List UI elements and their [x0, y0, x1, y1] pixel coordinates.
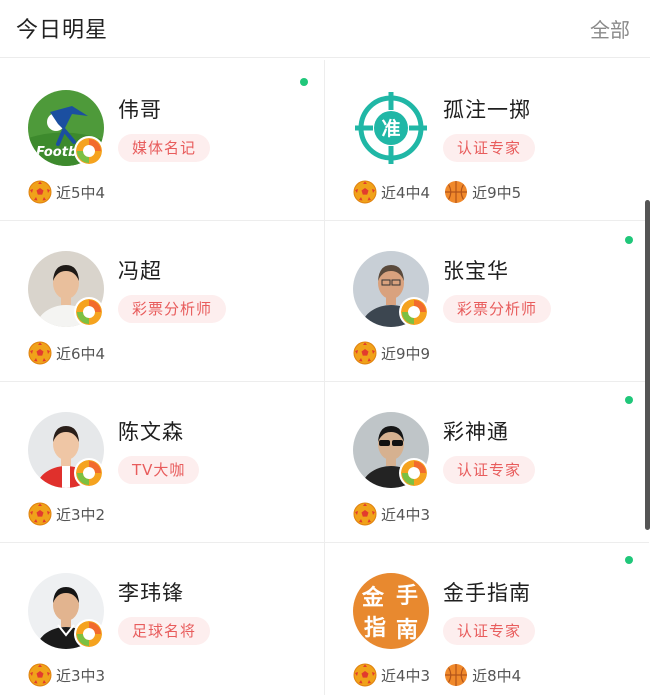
football-icon	[28, 180, 52, 204]
hit-rate-stats: 近6中4	[28, 340, 119, 366]
star-grid: Footb 伟哥 媒体名记 近5中4 准孤注一掷 认证专家 近4中4 近9中5 冯超 彩票分析师近…	[0, 60, 650, 695]
svg-text:金: 金	[361, 585, 385, 611]
star-name[interactable]: 金手指南	[443, 577, 531, 607]
hit-rate-football: 近5中4	[28, 180, 105, 204]
hit-rate-football: 近3中2	[28, 502, 105, 526]
view-all-link[interactable]: 全部	[590, 14, 630, 43]
football-icon	[353, 502, 377, 526]
page-title: 今日明星	[16, 18, 109, 43]
football-icon	[353, 180, 377, 204]
hit-rate-text: 近4中3	[381, 505, 431, 524]
hit-rate-football: 近9中9	[353, 341, 430, 365]
star-name[interactable]: 伟哥	[118, 94, 162, 124]
scrollbar[interactable]	[645, 200, 650, 530]
lottery-badge-icon	[399, 458, 429, 488]
hit-rate-football: 近4中4	[353, 180, 430, 204]
star-title-tag: 彩票分析师	[118, 295, 227, 323]
star-name[interactable]: 彩神通	[443, 416, 509, 446]
hit-rate-stats: 近9中9	[353, 340, 444, 366]
svg-text:手: 手	[396, 584, 418, 609]
star-card[interactable]: 准 孤注一掷认证专家近4中4 近9中5	[325, 60, 649, 221]
hit-rate-stats: 近3中2	[28, 501, 119, 527]
hit-rate-text: 近6中4	[56, 344, 106, 363]
star-title-tag: 认证专家	[443, 134, 536, 162]
star-title-tag: 媒体名记	[118, 134, 211, 162]
hit-rate-stats: 近4中3	[353, 501, 444, 527]
star-title-tag: 足球名将	[118, 617, 211, 645]
star-card[interactable]: 李玮锋足球名将近3中3	[0, 543, 324, 695]
basketball-icon	[444, 180, 468, 204]
star-card[interactable]: 金手指南金手指南 认证专家 近4中3 近8中4	[325, 543, 649, 695]
online-indicator	[625, 396, 633, 404]
hit-rate-text: 近5中4	[56, 183, 106, 202]
header: 今日明星 全部	[0, 0, 650, 58]
hit-rate-football: 近3中3	[28, 663, 105, 687]
hit-rate-text: 近4中4	[381, 183, 431, 202]
football-icon	[353, 341, 377, 365]
star-name[interactable]: 陈文森	[118, 416, 184, 446]
hit-rate-stats: 近4中4 近9中5	[353, 179, 535, 205]
hit-rate-basketball: 近9中5	[444, 180, 521, 204]
star-name[interactable]: 冯超	[118, 255, 162, 285]
online-indicator	[300, 78, 308, 86]
star-card[interactable]: 陈文森 TV大咖近3中2	[0, 382, 324, 543]
lottery-badge-icon	[74, 458, 104, 488]
football-icon	[28, 341, 52, 365]
star-name[interactable]: 张宝华	[443, 255, 509, 285]
star-name[interactable]: 李玮锋	[118, 577, 184, 607]
hit-rate-text: 近8中4	[472, 666, 522, 685]
hit-rate-football: 近6中4	[28, 341, 105, 365]
hit-rate-stats: 近3中3	[28, 662, 119, 688]
hit-rate-football: 近4中3	[353, 663, 430, 687]
star-card[interactable]: 冯超彩票分析师近6中4	[0, 221, 324, 382]
svg-text:南: 南	[396, 618, 418, 643]
hit-rate-text: 近9中5	[472, 183, 522, 202]
star-name[interactable]: 孤注一掷	[443, 94, 531, 124]
avatar[interactable]: 准	[353, 90, 429, 166]
star-title-tag: 认证专家	[443, 617, 536, 645]
star-title-tag: 彩票分析师	[443, 295, 552, 323]
hit-rate-basketball: 近8中4	[444, 663, 521, 687]
hit-rate-football: 近4中3	[353, 502, 430, 526]
svg-text:指: 指	[364, 616, 386, 641]
online-indicator	[625, 556, 633, 564]
hit-rate-text: 近4中3	[381, 666, 431, 685]
lottery-badge-icon	[399, 297, 429, 327]
football-icon	[28, 663, 52, 687]
hit-rate-text: 近3中3	[56, 666, 106, 685]
avatar[interactable]: 金手指南	[353, 573, 429, 649]
star-title-tag: TV大咖	[118, 456, 200, 484]
lottery-badge-icon	[74, 136, 104, 166]
hit-rate-stats: 近4中3 近8中4	[353, 662, 535, 688]
star-card[interactable]: Footb 伟哥媒体名记近5中4	[0, 60, 324, 221]
star-card[interactable]: 彩神通认证专家近4中3	[325, 382, 649, 543]
football-icon	[28, 502, 52, 526]
football-icon	[353, 663, 377, 687]
star-title-tag: 认证专家	[443, 456, 536, 484]
hit-rate-text: 近3中2	[56, 505, 106, 524]
svg-text:Footb: Footb	[36, 145, 77, 160]
hit-rate-stats: 近5中4	[28, 179, 119, 205]
lottery-badge-icon	[74, 619, 104, 649]
star-card[interactable]: 张宝华彩票分析师近9中9	[325, 221, 649, 382]
hit-rate-text: 近9中9	[381, 344, 431, 363]
svg-text:准: 准	[381, 118, 400, 140]
online-indicator	[625, 236, 633, 244]
lottery-badge-icon	[74, 297, 104, 327]
basketball-icon	[444, 663, 468, 687]
